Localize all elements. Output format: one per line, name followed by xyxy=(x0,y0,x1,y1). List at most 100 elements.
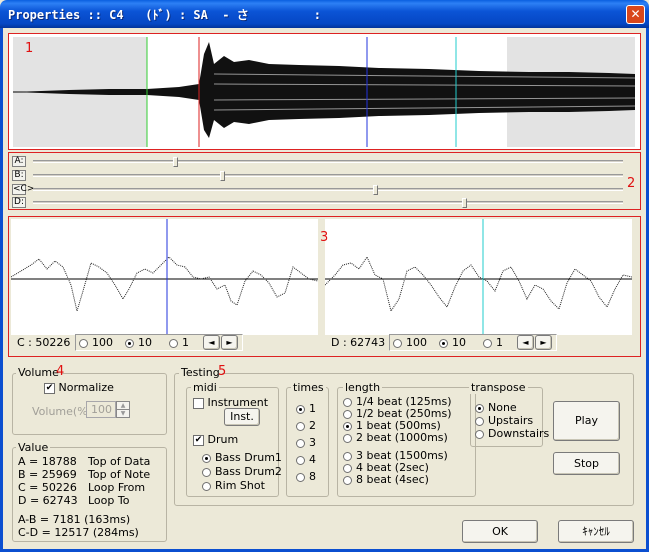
drum-option[interactable]: Bass Drum2 xyxy=(202,465,282,478)
transpose-option[interactable]: None xyxy=(475,401,517,414)
transpose-group-label: transpose xyxy=(469,381,528,394)
zoom-right-option-label: 1 xyxy=(496,336,503,349)
ok-button[interactable]: OK xyxy=(462,520,538,543)
marker-label-1: 1 xyxy=(25,41,34,56)
transpose-option-label: Downstairs xyxy=(488,427,550,440)
marker-sliders-panel: 2 A: B: <C> D: xyxy=(8,152,641,210)
zoom-left-radio-1[interactable] xyxy=(169,338,178,348)
length-radio[interactable] xyxy=(343,433,352,443)
zoom-left-waveform[interactable] xyxy=(11,219,318,335)
transpose-radio[interactable] xyxy=(475,403,484,413)
marker-label-3: 3 xyxy=(320,230,329,245)
length-radio[interactable] xyxy=(343,397,352,407)
transpose-radio[interactable] xyxy=(475,416,484,426)
drum-radio[interactable] xyxy=(202,453,211,463)
zoom-left-next-button[interactable]: ► xyxy=(221,335,238,350)
zoom-right-option-100[interactable]: 100 xyxy=(393,336,427,349)
length-radio[interactable] xyxy=(343,409,352,419)
slider-thumb-0[interactable] xyxy=(173,157,178,167)
volume-spin-down[interactable]: ▼ xyxy=(116,409,130,418)
zoom-left-option-1[interactable]: 1 xyxy=(169,336,189,349)
slider-thumb-1[interactable] xyxy=(220,171,225,181)
times-radio[interactable] xyxy=(296,472,305,482)
length-radio[interactable] xyxy=(343,463,352,473)
times-option[interactable]: 1 xyxy=(296,402,316,415)
slider-track-2[interactable] xyxy=(33,188,623,191)
zoom-right-option-1[interactable]: 1 xyxy=(483,336,503,349)
slider-label-1[interactable]: B: xyxy=(12,170,26,181)
value-row-left: D = 62743 xyxy=(18,494,78,507)
zoom-left-prev-button[interactable]: ◄ xyxy=(203,335,220,350)
zoom-left-option-100[interactable]: 100 xyxy=(79,336,113,349)
value-row-right: Top of Note xyxy=(88,468,151,481)
slider-track-3[interactable] xyxy=(33,201,623,204)
marker-label-4: 4 xyxy=(56,364,65,379)
slider-label-0[interactable]: A: xyxy=(12,156,26,167)
instrument-check-box[interactable] xyxy=(193,397,204,409)
inst-button[interactable]: Inst. xyxy=(224,408,260,426)
slider-track-0[interactable] xyxy=(33,160,623,163)
zoom-right-radio-100[interactable] xyxy=(393,338,402,348)
zoom-right-option-label: 10 xyxy=(452,336,466,349)
transpose-radio[interactable] xyxy=(475,429,484,439)
times-option[interactable]: 2 xyxy=(296,419,316,432)
times-option[interactable]: 8 xyxy=(296,470,316,483)
transpose-option[interactable]: Downstairs xyxy=(475,427,549,440)
zoom-right-radio-10[interactable] xyxy=(439,338,448,348)
slider-track-1[interactable] xyxy=(33,174,623,177)
drum-radio[interactable] xyxy=(202,481,211,491)
zoom-left-radio-100[interactable] xyxy=(79,338,88,348)
length-option-label: 8 beat (4sec) xyxy=(356,473,429,486)
waveform-overview[interactable] xyxy=(9,34,640,149)
length-radio[interactable] xyxy=(343,475,352,485)
window-title: Properties :: C4 (ﾄﾞ) : SA - さ : xyxy=(8,8,321,22)
length-group-label: length xyxy=(343,381,383,394)
zoom-left-option-10[interactable]: 10 xyxy=(125,336,152,349)
times-radio[interactable] xyxy=(296,421,305,431)
times-radio[interactable] xyxy=(296,438,305,448)
zoom-right-next-button[interactable]: ► xyxy=(535,335,552,350)
marker-label-2: 2 xyxy=(627,176,636,191)
times-option-label: 3 xyxy=(309,436,316,449)
drum-option-label: Rim Shot xyxy=(215,479,265,492)
slider-thumb-2[interactable] xyxy=(373,185,378,195)
zoom-right-option-10[interactable]: 10 xyxy=(439,336,466,349)
times-option[interactable]: 4 xyxy=(296,453,316,466)
zoom-left-radio-10[interactable] xyxy=(125,338,134,348)
zoom-right-prev-button[interactable]: ◄ xyxy=(517,335,534,350)
times-radio[interactable] xyxy=(296,404,305,414)
play-button[interactable]: Play xyxy=(553,401,620,441)
zoom-right-controls: D : 62743 ◄ ► 100 10 1 xyxy=(331,334,631,351)
slider-label-2[interactable]: <C> xyxy=(12,184,34,195)
drum-check-box[interactable]: ✔ xyxy=(193,434,204,446)
drum-option-label: Bass Drum1 xyxy=(215,451,282,464)
zoom-right-waveform[interactable] xyxy=(325,219,632,335)
length-option[interactable]: 2 beat (1000ms) xyxy=(343,431,448,444)
normalize-checkbox[interactable]: ✔ Normalize xyxy=(44,381,114,394)
transpose-option-label: None xyxy=(488,401,517,414)
zoom-right-radio-1[interactable] xyxy=(483,338,492,348)
volume-group-label: Volume xyxy=(16,366,61,379)
times-radio[interactable] xyxy=(296,455,305,465)
drum-radio[interactable] xyxy=(202,467,211,477)
cancel-button[interactable]: ｷｬﾝｾﾙ xyxy=(558,520,634,543)
length-option[interactable]: 8 beat (4sec) xyxy=(343,473,429,486)
drum-checkbox[interactable]: ✔ Drum xyxy=(193,433,238,446)
midi-group-label: midi xyxy=(191,381,219,394)
transpose-option-label: Upstairs xyxy=(488,414,534,427)
close-button[interactable]: ✕ xyxy=(626,5,645,24)
length-radio[interactable] xyxy=(343,421,352,431)
stop-button[interactable]: Stop xyxy=(553,452,620,475)
zoom-left-option-label: 100 xyxy=(92,336,113,349)
drum-option[interactable]: Bass Drum1 xyxy=(202,451,282,464)
transpose-option[interactable]: Upstairs xyxy=(475,414,533,427)
volume-input[interactable]: 100 xyxy=(86,401,116,418)
slider-label-3[interactable]: D: xyxy=(12,197,26,208)
length-radio[interactable] xyxy=(343,451,352,461)
slider-thumb-3[interactable] xyxy=(462,198,467,208)
times-option[interactable]: 3 xyxy=(296,436,316,449)
normalize-check-box[interactable]: ✔ xyxy=(44,382,55,394)
drum-option[interactable]: Rim Shot xyxy=(202,479,265,492)
waveform-overview-panel[interactable]: 1 xyxy=(8,33,641,150)
times-option-label: 1 xyxy=(309,402,316,415)
